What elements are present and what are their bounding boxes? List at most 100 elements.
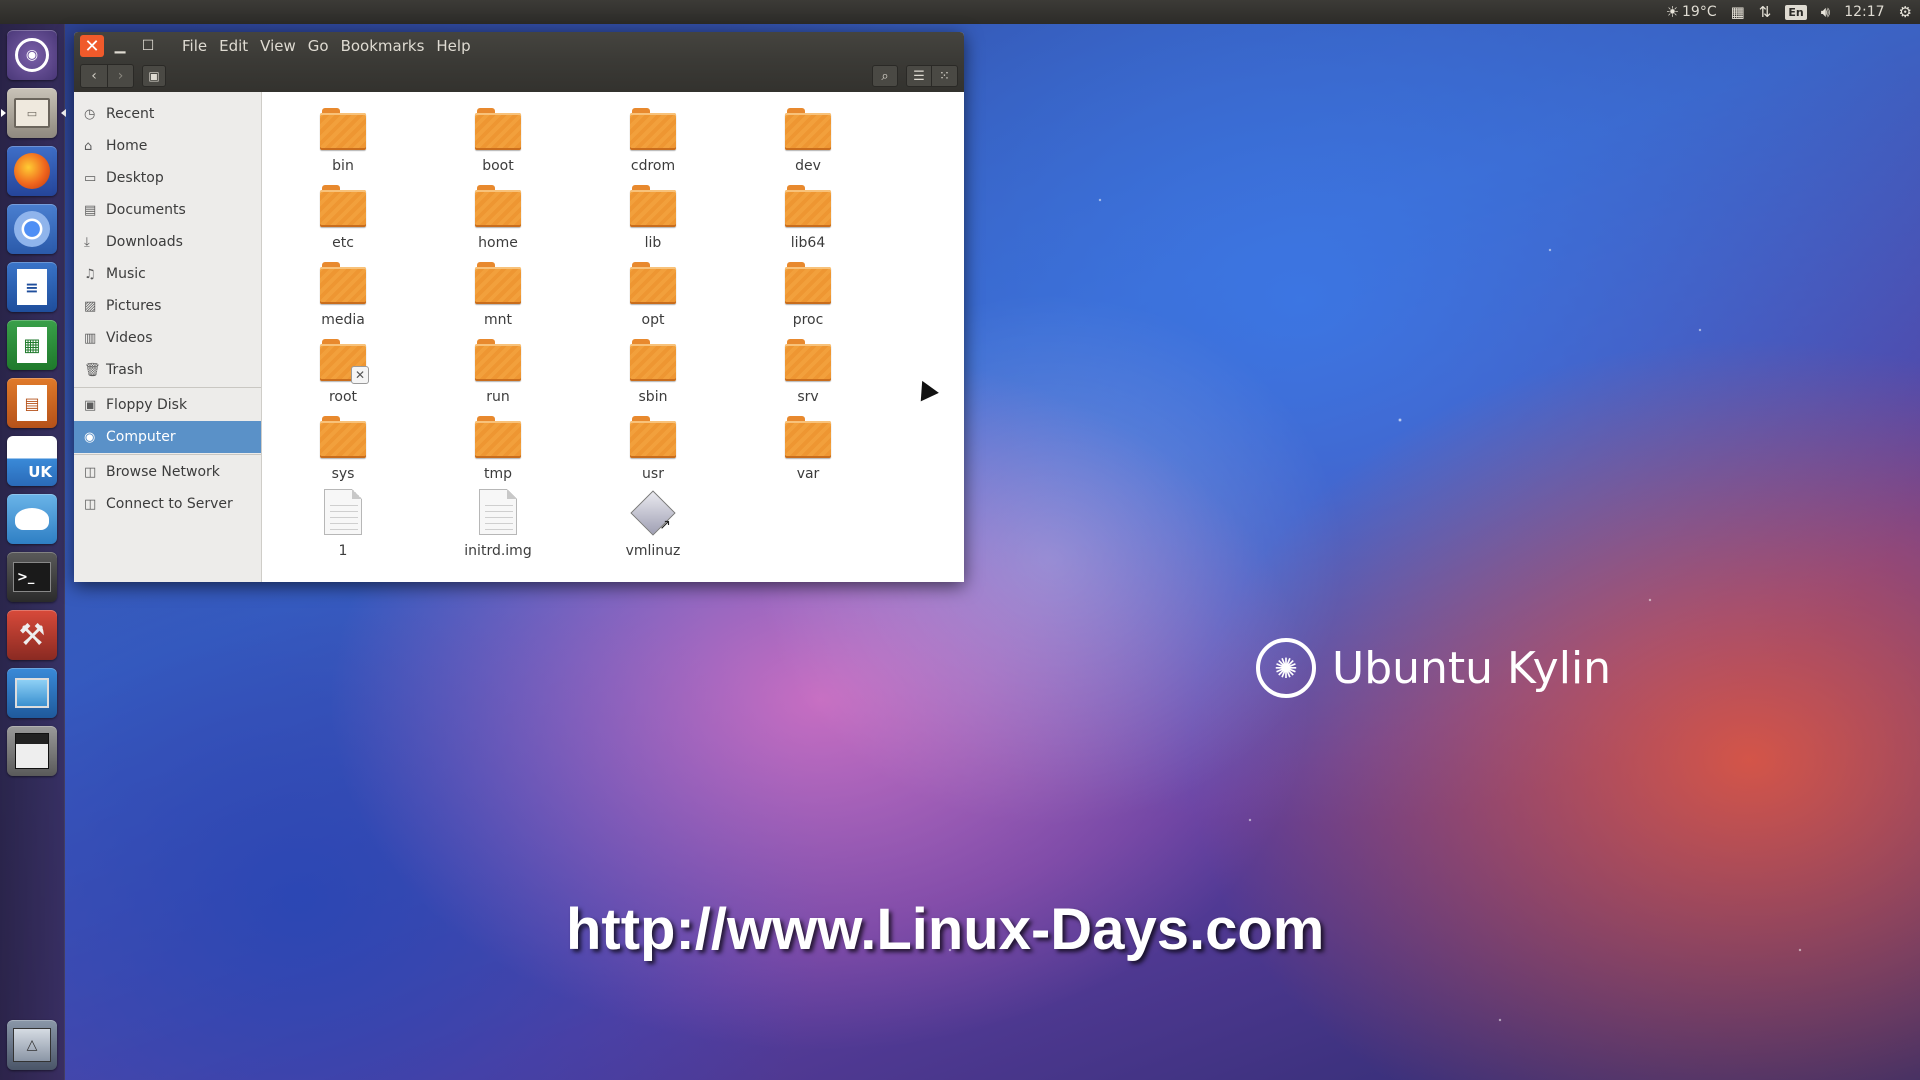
sidebar-item-connect-to-server[interactable]: ◫ Connect to Server (74, 488, 261, 520)
no-access-icon: ✕ (351, 366, 369, 384)
top-panel: ☀ 19°C ▦ ⇅ En 🔊︎ 12:17 ⚙ (0, 0, 1920, 24)
file-name: var (796, 466, 820, 482)
menu-view[interactable]: View (254, 37, 302, 55)
toolbar-right: ⌕ ☰ ⁙ (872, 65, 958, 87)
file-item-vmlinuz[interactable]: ↗ vmlinuz (593, 483, 713, 559)
menu-help[interactable]: Help (430, 37, 476, 55)
file-item-proc[interactable]: proc (748, 252, 868, 328)
file-item-mnt[interactable]: mnt (438, 252, 558, 328)
launcher: ◉ ▭ ≡ ▦ ▤ UK >_ ⚒ △ (0, 24, 66, 1080)
file-item-root[interactable]: ✕ root (283, 329, 403, 405)
launcher-terminal[interactable]: >_ (7, 552, 57, 602)
file-item-sbin[interactable]: sbin (593, 329, 713, 405)
sidebar-item-trash[interactable]: 🗑︎ Trash (74, 354, 261, 386)
file-item-run[interactable]: run (438, 329, 558, 405)
folder-icon (630, 108, 676, 150)
sidebar-item-music[interactable]: ♫ Music (74, 258, 261, 290)
sidebar-item-label: Pictures (106, 298, 162, 314)
network-icon: ◫ (84, 464, 97, 480)
active-indicator (61, 109, 66, 117)
sidebar-item-downloads[interactable]: ⤓ Downloads (74, 226, 261, 258)
launcher-system-settings[interactable]: ⚒ (7, 610, 57, 660)
sidebar-item-browse-network[interactable]: ◫ Browse Network (74, 456, 261, 488)
launcher-files[interactable]: ▭ (1, 88, 66, 138)
file-name: sbin (638, 389, 668, 405)
menu-bookmarks[interactable]: Bookmarks (335, 37, 431, 55)
floppy-icon (15, 733, 49, 769)
chevron-right-icon: › (117, 68, 124, 84)
chromium-icon (14, 211, 50, 247)
sidebar-item-documents[interactable]: ▤ Documents (74, 194, 261, 226)
file-item-initrd-img[interactable]: initrd.img (438, 483, 558, 559)
close-button[interactable]: ✕ (80, 35, 104, 57)
file-item-var[interactable]: var (748, 406, 868, 482)
sidebar-item-recent[interactable]: ◷ Recent (74, 98, 261, 130)
launcher-chromium[interactable] (7, 204, 57, 254)
file-item-dev[interactable]: dev (748, 98, 868, 174)
toolbar: ‹ › ▣ ⌕ ☰ ⁙ (74, 60, 964, 92)
libreoffice-calc-icon: ▦ (17, 327, 47, 363)
list-view-button[interactable]: ☰ (906, 65, 932, 87)
file-item-etc[interactable]: etc (283, 175, 403, 251)
download-icon: ⤓ (84, 234, 90, 250)
sidebar-separator (74, 387, 261, 388)
file-item-boot[interactable]: boot (438, 98, 558, 174)
file-item-srv[interactable]: srv (748, 329, 868, 405)
network-indicator[interactable]: ⇅ (1759, 0, 1772, 24)
launcher-calc[interactable]: ▦ (7, 320, 57, 370)
file-item-sys[interactable]: sys (283, 406, 403, 482)
sidebar-item-desktop[interactable]: ▭ Desktop (74, 162, 261, 194)
back-button[interactable]: ‹ (81, 65, 107, 87)
launcher-writer[interactable]: ≡ (7, 262, 57, 312)
launcher-impress[interactable]: ▤ (7, 378, 57, 428)
file-item-bin[interactable]: bin (283, 98, 403, 174)
search-icon: ⌕ (881, 68, 889, 84)
weather-indicator[interactable]: ☀ 19°C (1666, 0, 1717, 24)
file-item-opt[interactable]: opt (593, 252, 713, 328)
sidebar-item-floppy-disk[interactable]: ▣ Floppy Disk (74, 389, 261, 421)
folder-icon (785, 185, 831, 227)
grid-view-button[interactable]: ⁙ (932, 65, 958, 87)
menu-edit[interactable]: Edit (213, 37, 254, 55)
folder-icon: ✕ (320, 339, 369, 384)
file-item-media[interactable]: media (283, 252, 403, 328)
folder-icon (630, 262, 676, 304)
sidebar-item-label: Browse Network (106, 464, 220, 480)
titlebar: ✕ ▁ ☐ File Edit View Go Bookmarks Help (74, 32, 964, 60)
path-computer-button[interactable]: ▣ (142, 65, 166, 87)
calendar-indicator[interactable]: ▦ (1731, 0, 1745, 24)
file-name: boot (482, 158, 514, 174)
forward-button[interactable]: › (107, 65, 133, 87)
menu-go[interactable]: Go (302, 37, 335, 55)
search-button[interactable]: ⌕ (872, 65, 898, 87)
watermark-url: http://www.Linux-Days.com (566, 897, 1325, 962)
launcher-kylin-software-center[interactable]: UK (7, 436, 57, 486)
minimize-button[interactable]: ▁ (108, 35, 132, 57)
launcher-dash-home[interactable]: ◉ (7, 30, 57, 80)
keyboard-indicator[interactable]: En (1785, 0, 1807, 24)
launcher-floppy[interactable] (7, 726, 57, 776)
file-name: sys (331, 466, 355, 482)
file-item-usr[interactable]: usr (593, 406, 713, 482)
file-item-lib[interactable]: lib (593, 175, 713, 251)
file-item-tmp[interactable]: tmp (438, 406, 558, 482)
clock-indicator[interactable]: 12:17 (1844, 0, 1884, 24)
sidebar-item-home[interactable]: ⌂ Home (74, 130, 261, 162)
file-item-cdrom[interactable]: cdrom (593, 98, 713, 174)
folder-icon (785, 262, 831, 304)
sidebar-item-computer[interactable]: ◉ Computer (74, 421, 261, 453)
session-indicator[interactable]: ⚙ (1899, 0, 1912, 24)
launcher-youker-assistant[interactable] (7, 494, 57, 544)
menu-file[interactable]: File (176, 37, 213, 55)
file-item-lib64[interactable]: lib64 (748, 175, 868, 251)
volume-indicator[interactable]: 🔊︎ (1821, 0, 1830, 24)
desktop-icon: ▭ (84, 170, 97, 186)
launcher-desktop-viewer[interactable] (7, 668, 57, 718)
launcher-trash[interactable]: △ (7, 1020, 57, 1070)
maximize-button[interactable]: ☐ (136, 35, 160, 57)
file-item-home[interactable]: home (438, 175, 558, 251)
file-item-1[interactable]: 1 (283, 483, 403, 559)
sidebar-item-videos[interactable]: ▥ Videos (74, 322, 261, 354)
launcher-firefox[interactable] (7, 146, 57, 196)
sidebar-item-pictures[interactable]: ▨ Pictures (74, 290, 261, 322)
